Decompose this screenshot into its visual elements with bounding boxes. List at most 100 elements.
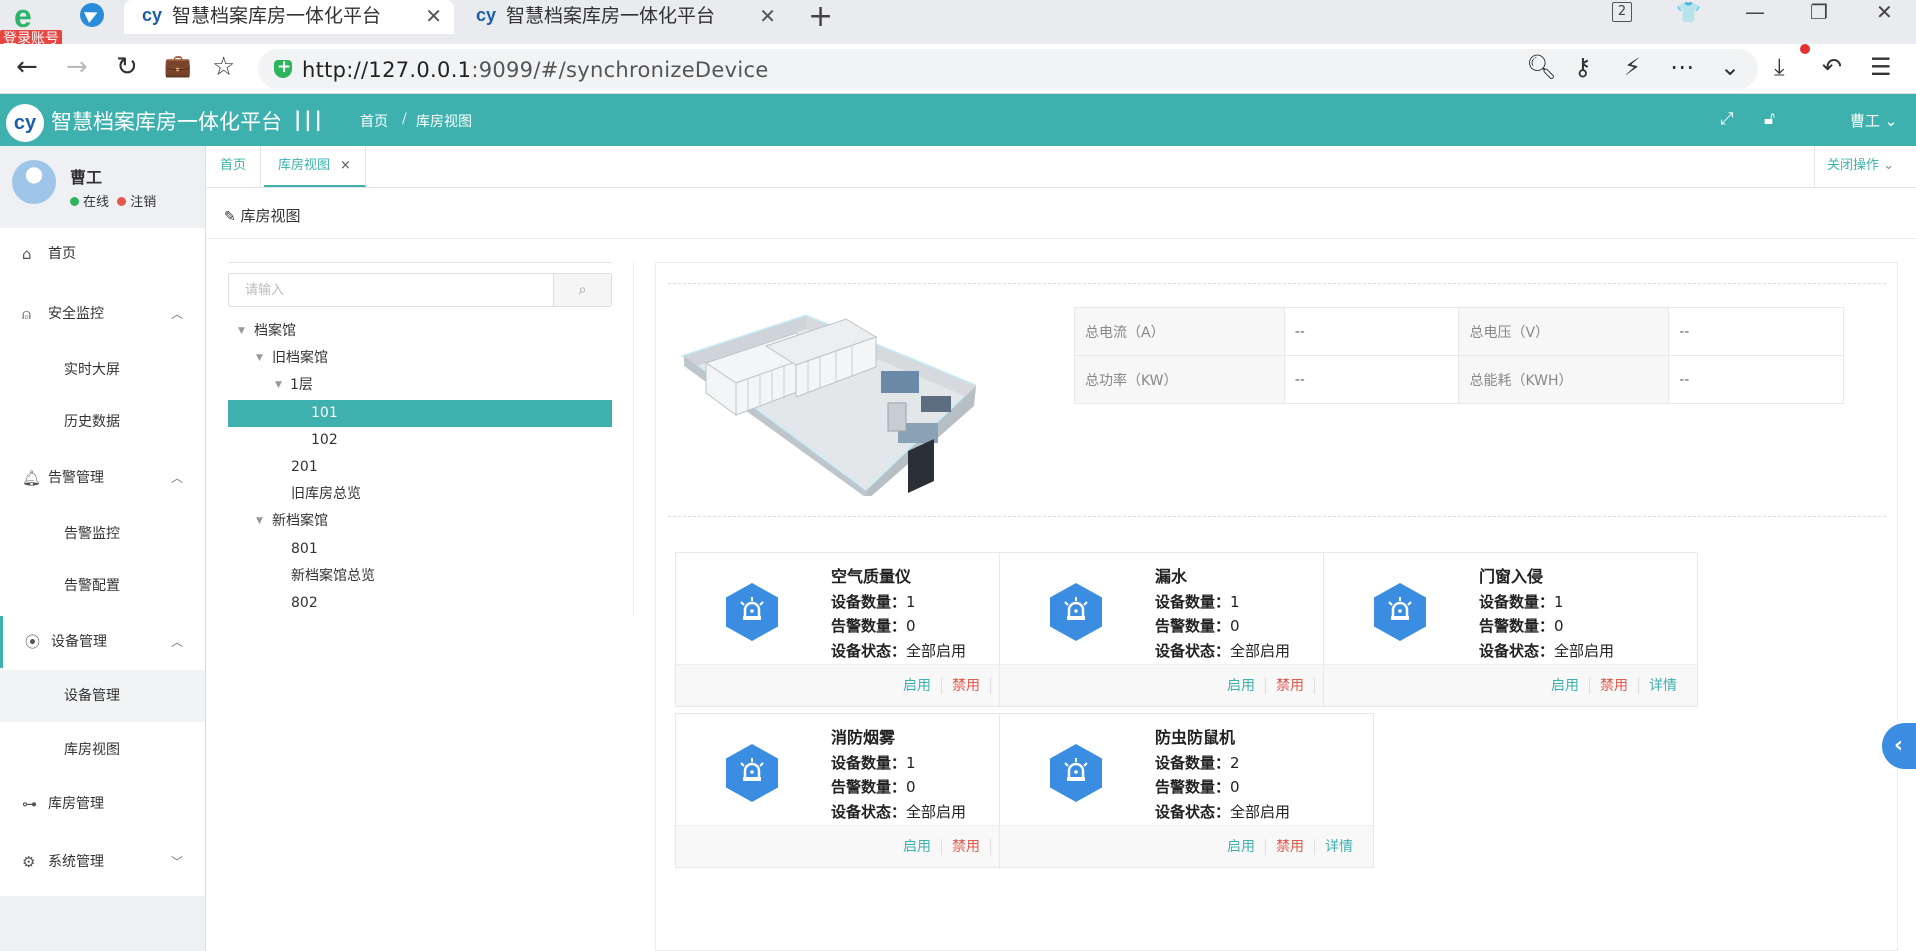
detail-button[interactable]: 详情: [1314, 839, 1363, 855]
sidebar-item-device-manage[interactable]: 设备管理: [0, 670, 205, 722]
total-voltage-value: --: [1668, 307, 1844, 356]
key-icon[interactable]: ⚷: [1574, 52, 1592, 82]
device-status-value: 全部启用: [1230, 802, 1291, 821]
browser-tab-bar: e 登录账号 cy 智慧档案库房一体化平台 ✕ cy 智慧档案库房一体化平台 ✕…: [0, 0, 1916, 48]
tree-node[interactable]: 旧库房总览: [228, 481, 612, 508]
disable-button[interactable]: 禁用: [941, 839, 990, 855]
close-tab-icon[interactable]: ×: [340, 158, 351, 173]
sidebar-item-alarm-config[interactable]: 告警配置: [0, 560, 205, 612]
panel-divider: [633, 262, 634, 617]
sidebar-item-warehouse-view[interactable]: 库房视图: [0, 724, 205, 776]
tab-home[interactable]: 首页: [206, 146, 262, 187]
device-status-value: 全部启用: [1554, 641, 1615, 660]
enable-button[interactable]: 启用: [893, 678, 941, 694]
tree-node[interactable]: 102: [228, 427, 612, 454]
browser-tab[interactable]: cy 智慧档案库房一体化平台 ✕: [458, 0, 788, 34]
sidebar-item-security[interactable]: ⍝ 安全监控 ︿: [0, 288, 205, 340]
briefcase-icon[interactable]: 💼: [164, 52, 191, 82]
header-user-menu[interactable]: 曹工 ⌄: [1850, 110, 1897, 131]
lightning-icon[interactable]: ⚡︎: [1624, 52, 1641, 82]
breadcrumb-home[interactable]: 首页: [360, 111, 388, 131]
alarm-device-icon: [1050, 583, 1102, 641]
enable-button[interactable]: 启用: [893, 839, 941, 855]
dashed-divider: [668, 516, 1886, 517]
restore-icon[interactable]: ❐: [1810, 0, 1828, 24]
new-tab-plus-icon[interactable]: +: [808, 0, 833, 34]
disable-button[interactable]: 禁用: [1589, 678, 1638, 694]
sidebar-item-realtime-screen[interactable]: 实时大屏: [0, 344, 205, 396]
tree-node[interactable]: 新档案馆总览: [228, 563, 612, 590]
lock-icon[interactable]: 🔓︎: [1764, 109, 1775, 129]
disable-button[interactable]: 禁用: [1265, 678, 1314, 694]
enable-button[interactable]: 启用: [1541, 678, 1589, 694]
telegram-icon[interactable]: [80, 3, 104, 27]
sidebar-footer: [0, 896, 205, 951]
total-current-label: 总电流（A）: [1074, 307, 1285, 356]
bell-icon: 🔔︎: [22, 469, 42, 487]
minimize-icon[interactable]: —: [1745, 0, 1765, 24]
alarm-count-value: 0: [906, 617, 916, 635]
zoom-out-icon[interactable]: 🔍︎: [1526, 52, 1556, 82]
sidebar-item-warehouse[interactable]: ⊶ 库房管理: [0, 778, 205, 830]
browser-tab-active[interactable]: cy 智慧档案库房一体化平台 ✕: [124, 0, 454, 34]
device-status-label: 设备状态：: [831, 641, 907, 660]
download-icon[interactable]: ⤓: [1774, 52, 1785, 82]
disable-button[interactable]: 禁用: [1265, 839, 1314, 855]
url-text: http://127.0.0.1:9099/#/synchronizeDevic…: [302, 58, 769, 82]
tab-warehouse-view[interactable]: 库房视图 ×: [264, 146, 366, 187]
tree-node-selected[interactable]: 101: [228, 400, 612, 427]
close-tab-icon[interactable]: ✕: [759, 0, 776, 32]
forward-arrow-icon[interactable]: →: [66, 52, 88, 82]
sidebar-item-home[interactable]: ⌂ 首页: [0, 228, 205, 280]
sidebar-item-device[interactable]: ⦿ 设备管理 ︿: [0, 616, 205, 668]
window-close-icon[interactable]: ✕: [1876, 0, 1893, 24]
tree-node[interactable]: ▼ 1层: [228, 372, 612, 399]
sidebar-item-alarm-monitor[interactable]: 告警监控: [0, 508, 205, 560]
device-card-title: 消防烟雾: [831, 728, 896, 747]
search-button[interactable]: ⌕: [553, 274, 611, 306]
reload-icon[interactable]: ↻: [116, 52, 138, 82]
disable-button[interactable]: 禁用: [941, 678, 990, 694]
tree-node[interactable]: 201: [228, 454, 612, 481]
enable-button[interactable]: 启用: [1217, 678, 1265, 694]
tree-search-input[interactable]: [229, 274, 555, 306]
tree-node[interactable]: ▼ 档案馆: [228, 318, 612, 345]
fullscreen-icon[interactable]: ⤢: [1720, 109, 1734, 129]
chevron-down-icon[interactable]: ⌄: [1720, 52, 1740, 82]
sidebar-item-history-data[interactable]: 历史数据: [0, 396, 205, 448]
sidebar-item-alarm[interactable]: 🔔︎ 告警管理 ︿: [0, 452, 205, 504]
device-status-value: 全部启用: [906, 641, 967, 660]
tab-count-icon[interactable]: 2: [1612, 2, 1632, 22]
close-tab-icon[interactable]: ✕: [425, 0, 442, 32]
enable-button[interactable]: 启用: [1217, 839, 1265, 855]
detail-button[interactable]: 详情: [1638, 678, 1687, 694]
sidebar-item-system[interactable]: ⚙ 系统管理 ﹀: [0, 836, 205, 888]
logout-link[interactable]: 注销: [130, 195, 156, 210]
close-operations-menu[interactable]: 关闭操作 ⌄: [1814, 146, 1916, 187]
menu-toggle-icon[interactable]: | | |: [294, 107, 322, 131]
app-header: cy 智慧档案库房一体化平台 | | | 首页 / 库房视图 ⤢ 🔓︎ 曹工 ⌄: [0, 94, 1916, 146]
tree-node[interactable]: 801: [228, 536, 612, 563]
skin-shirt-icon[interactable]: 👕: [1676, 0, 1701, 24]
chevron-up-icon: ︿: [170, 471, 183, 485]
total-voltage-label: 总电压（V）: [1458, 307, 1670, 356]
undo-icon[interactable]: ↶: [1822, 52, 1842, 82]
tree-node[interactable]: 802: [228, 590, 612, 617]
device-count-value: 1: [1554, 592, 1564, 611]
device-count-label: 设备数量：: [1479, 592, 1555, 611]
back-arrow-icon[interactable]: ←: [16, 52, 38, 82]
profile-name: 曹工: [70, 168, 103, 187]
tree-node[interactable]: ▼ 旧档案馆: [228, 345, 612, 372]
tree-node[interactable]: ▼ 新档案馆: [228, 508, 612, 535]
home-icon: ⌂: [22, 245, 32, 263]
browser-logo[interactable]: e: [4, 0, 50, 34]
alarm-device-icon: [726, 583, 778, 641]
chevron-left-icon: ‹: [1894, 733, 1904, 758]
app-logo-icon: cy: [6, 104, 44, 142]
total-energy-value: --: [1668, 355, 1844, 404]
sitemap-icon: ⊶: [22, 795, 37, 813]
favorites-star-icon[interactable]: ☆: [212, 52, 235, 82]
device-status-value: 全部启用: [906, 802, 967, 821]
more-dots-icon[interactable]: ⋯: [1670, 52, 1694, 82]
hamburger-menu-icon[interactable]: ☰: [1870, 52, 1892, 82]
